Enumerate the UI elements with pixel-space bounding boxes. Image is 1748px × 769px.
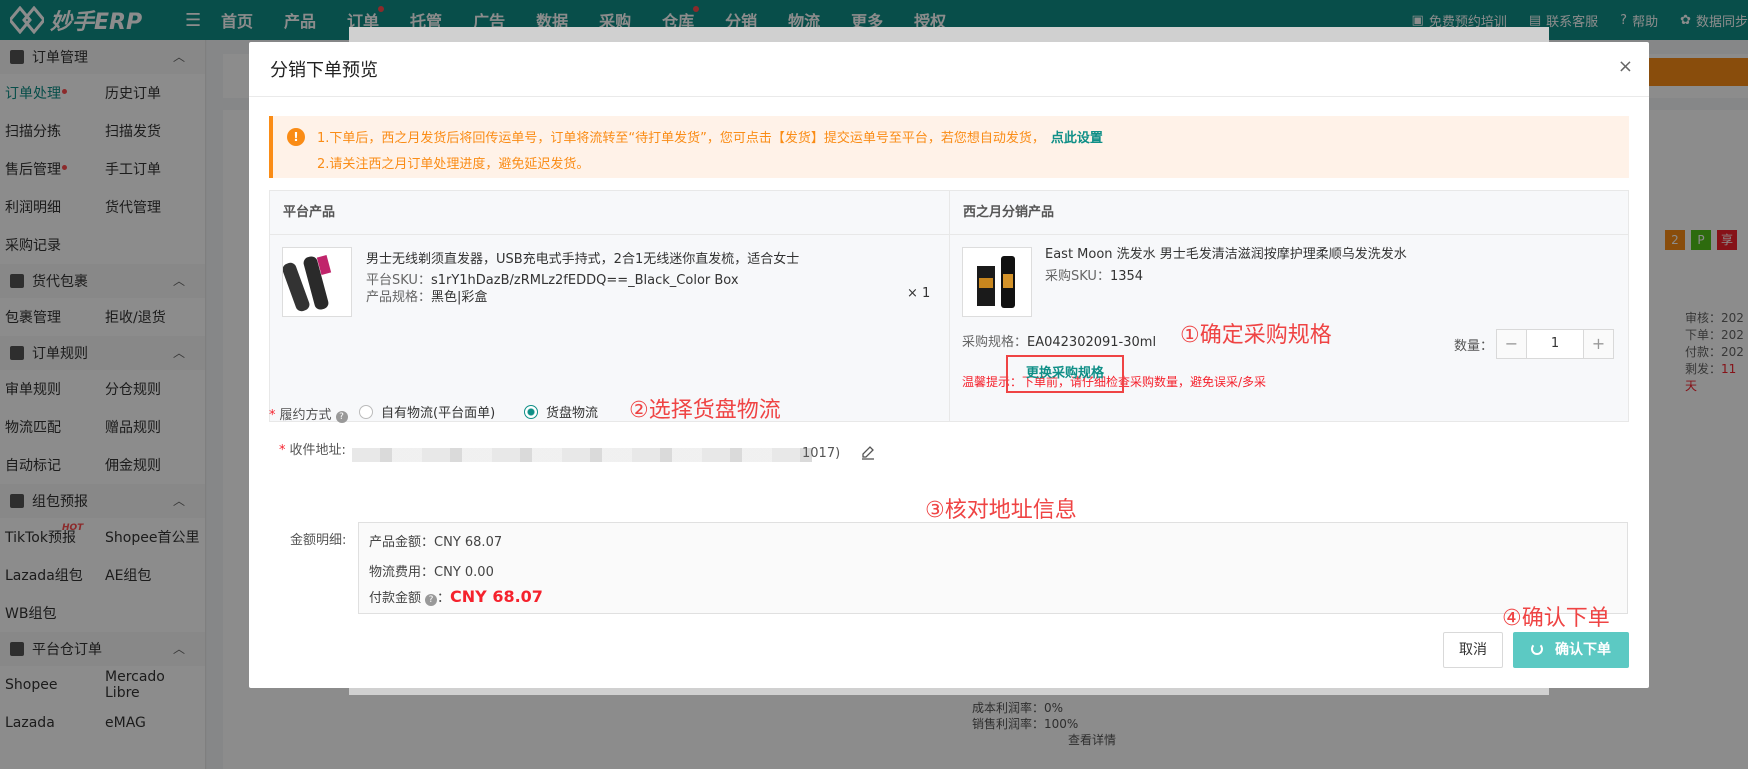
payment-amount-row: 付款金额? ：CNY 68.07 xyxy=(369,587,543,606)
distribution-product-column: 西之月分销产品 East Moon 洗发水 男士毛发清洁滋润按摩护理柔顺乌发洗发… xyxy=(950,191,1628,421)
edit-icon[interactable] xyxy=(860,444,876,460)
notice-line-2: 2.请关注西之月订单处理进度，避免延迟发货。 xyxy=(317,157,590,172)
help-icon[interactable]: ? xyxy=(335,411,348,423)
address-tail: 1017) xyxy=(802,446,841,461)
radio-own-logistics[interactable]: 自有物流(平台面单) xyxy=(359,402,495,421)
product-mapping-table: 平台产品 男士无线剃须直发器，USB充电式手持式，2合1无线迷你直发梳，适合女士… xyxy=(269,190,1629,422)
radio-circle-selected xyxy=(524,404,538,419)
notice-alert: ! 1.下单后，西之月发货后将回传运单号，订单将流转至“待打单发货”，您可点击【… xyxy=(269,116,1629,178)
loading-spinner-icon xyxy=(1531,643,1543,655)
confirm-order-button[interactable]: 确认下单 xyxy=(1513,632,1629,668)
platform-spec-row: 产品规格：黑色|彩盒 xyxy=(366,290,488,305)
quantity-input[interactable]: 1 xyxy=(1527,330,1583,358)
annotation-confirm-spec: ①确定采购规格 xyxy=(1180,323,1332,348)
decrement-button[interactable]: − xyxy=(1497,330,1527,358)
auto-ship-settings-link[interactable]: 点此设置 xyxy=(1051,131,1103,146)
close-icon[interactable]: × xyxy=(1618,56,1633,77)
purchase-spec-row: 采购规格：EA042302091-30ml xyxy=(962,335,1157,350)
platform-product-header: 平台产品 xyxy=(270,191,949,235)
change-purchase-spec-button[interactable]: 更换采购规格 xyxy=(1006,355,1124,393)
radio-circle xyxy=(359,404,373,419)
platform-quantity: × 1 xyxy=(907,286,931,301)
increment-button[interactable]: + xyxy=(1583,330,1613,358)
product-amount-value: CNY 68.07 xyxy=(434,535,503,550)
money-label: 金额明细: xyxy=(290,533,347,548)
distribution-product-name: East Moon 洗发水 男士毛发清洁滋润按摩护理柔顺乌发洗发水 xyxy=(1045,247,1407,262)
platform-product-column: 平台产品 男士无线剃须直发器，USB充电式手持式，2合1无线迷你直发梳，适合女士… xyxy=(270,191,950,421)
modal-title: 分销下单预览 xyxy=(270,60,378,81)
address-label: * 收件地址: xyxy=(279,443,346,458)
warning-icon: ! xyxy=(287,128,305,146)
distribution-product-image xyxy=(962,247,1032,317)
platform-product-image xyxy=(282,247,352,317)
payment-amount-value: CNY 68.07 xyxy=(450,587,543,606)
purchase-sku-row: 采购SKU：1354 xyxy=(1045,269,1144,284)
address-redacted xyxy=(352,448,812,462)
modal-header: 分销下单预览 × xyxy=(249,42,1649,97)
platform-spec-value: 黑色|彩盒 xyxy=(431,290,488,305)
purchase-spec-value: EA042302091-30ml xyxy=(1027,335,1157,350)
notice-line-1: 1.下单后，西之月发货后将回传运单号，订单将流转至“待打单发货”，您可点击【发货… xyxy=(317,131,1045,146)
shipping-fee-value: CNY 0.00 xyxy=(434,565,494,580)
quantity-label: 数量： xyxy=(1454,339,1494,354)
radio-pallet-logistics[interactable]: 货盘物流 xyxy=(524,402,598,421)
help-icon[interactable]: ? xyxy=(425,594,438,606)
quantity-stepper: − 1 + xyxy=(1496,329,1614,359)
cancel-button[interactable]: 取消 xyxy=(1443,632,1503,668)
shipping-fee-row: 物流费用：CNY 0.00 xyxy=(369,565,494,580)
annotation-check-address: ③核对地址信息 xyxy=(925,498,1077,523)
money-details-box: 产品金额：CNY 68.07 物流费用：CNY 0.00 付款金额? ：CNY 6… xyxy=(358,522,1628,614)
fulfillment-label: * 履约方式? xyxy=(269,404,348,423)
product-amount-row: 产品金额：CNY 68.07 xyxy=(369,535,503,550)
purchase-sku-value: 1354 xyxy=(1109,269,1144,284)
annotation-select-logistics: ②选择货盘物流 xyxy=(629,398,781,423)
platform-product-name: 男士无线剃须直发器，USB充电式手持式，2合1无线迷你直发梳，适合女士 xyxy=(366,252,800,267)
annotation-confirm-order: ④确认下单 xyxy=(1502,606,1610,631)
distribution-product-header: 西之月分销产品 xyxy=(950,191,1628,235)
